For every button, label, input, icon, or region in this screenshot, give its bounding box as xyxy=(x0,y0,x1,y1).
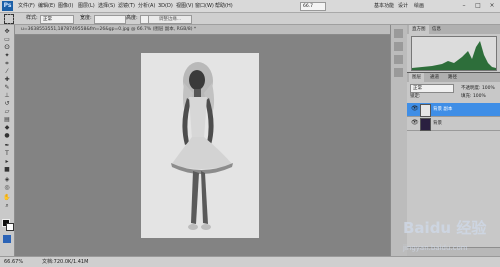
document-tab[interactable]: u=3638553551,1878749558&fm=26&gp=0.jpg @… xyxy=(15,25,390,35)
lock-label: 锁定: xyxy=(410,94,421,99)
eraser-tool-icon[interactable]: ▱ xyxy=(3,109,11,115)
fill-field[interactable]: 填充: 100% xyxy=(461,92,486,101)
close-icon[interactable]: × xyxy=(488,2,496,10)
layers-tabs: 图层 通道 路径 xyxy=(407,73,500,82)
layer-name: 背景 xyxy=(433,121,442,126)
move-tool-icon[interactable]: ✥ xyxy=(3,29,11,35)
menu-3d[interactable]: 3D(D) xyxy=(158,0,173,12)
workspace-painting[interactable]: 绘画 xyxy=(414,0,424,12)
background-color-swatch[interactable] xyxy=(6,223,14,231)
dodge-tool-icon[interactable]: ● xyxy=(3,133,11,139)
menu-window[interactable]: 窗口(W) xyxy=(195,0,214,12)
layer-name: 背景 副本 xyxy=(433,107,453,112)
blur-tool-icon[interactable]: ◆ xyxy=(3,125,11,131)
brushes-panel-icon[interactable] xyxy=(394,55,403,64)
history-brush-icon[interactable]: ↺ xyxy=(3,101,11,107)
layer-row-background[interactable]: 👁 背景 xyxy=(407,117,500,131)
maximize-icon[interactable]: □ xyxy=(474,2,482,10)
woman-figure-image xyxy=(171,62,233,230)
width-field[interactable] xyxy=(94,15,126,24)
marquee-icon[interactable] xyxy=(4,14,14,24)
menu-filter[interactable]: 滤镜(T) xyxy=(118,0,135,12)
baidu-watermark: Baidu 经验 jingyan.baidu.com xyxy=(385,215,497,263)
zoom-tool-icon[interactable]: ⌕ xyxy=(3,203,11,209)
workspace-essentials[interactable]: 基本功能 xyxy=(374,0,394,12)
layer-thumbnail xyxy=(420,104,431,117)
clone-stamp-icon[interactable]: ⊥ xyxy=(3,93,11,99)
tab-paths[interactable]: 路径 xyxy=(445,73,460,82)
marquee-tool-icon[interactable]: ▭ xyxy=(3,37,11,43)
refine-edge-button[interactable]: 调整边缘... xyxy=(148,15,192,24)
quick-mask-icon[interactable] xyxy=(3,235,11,243)
brush-tool-icon[interactable]: ✎ xyxy=(3,85,11,91)
tab-layers[interactable]: 图层 xyxy=(409,73,424,82)
clone-source-panel-icon[interactable] xyxy=(394,68,403,77)
workspace-design[interactable]: 设计 xyxy=(398,0,408,12)
blend-mode-select[interactable]: 正常 xyxy=(410,84,454,93)
menu-view[interactable]: 视图(V) xyxy=(176,0,193,12)
3d-rotate-icon[interactable]: ◈ xyxy=(3,177,11,183)
hand-tool-icon[interactable]: ✋ xyxy=(3,195,11,201)
style-select[interactable]: 正常 xyxy=(40,15,74,24)
toolbox: ✥ ▭ ⵙ ✦ ⌗ ⁄ ✚ ✎ ⊥ ↺ ▱ ▤ ◆ ● ✒ T ▸ ■ ◈ ◎ … xyxy=(0,25,15,256)
eye-icon[interactable]: 👁 xyxy=(411,120,419,126)
document-image[interactable] xyxy=(141,53,259,238)
options-bar: 样式: 正常 宽度: 高度: 调整边缘... xyxy=(0,13,500,25)
histogram-graph xyxy=(411,36,497,71)
history-panel-icon[interactable] xyxy=(394,29,403,38)
photoshop-logo-icon: Ps xyxy=(2,1,13,11)
style-label: 样式: xyxy=(26,15,38,21)
menu-image[interactable]: 图像(I) xyxy=(58,0,73,12)
height-label: 高度: xyxy=(126,15,138,21)
crop-tool-icon[interactable]: ⌗ xyxy=(3,61,11,67)
menu-analysis[interactable]: 分析(A) xyxy=(138,0,155,12)
gradient-tool-icon[interactable]: ▤ xyxy=(3,117,11,123)
minimize-icon[interactable]: – xyxy=(460,2,468,10)
tab-channels[interactable]: 通道 xyxy=(427,73,442,82)
pen-tool-icon[interactable]: ✒ xyxy=(3,143,11,149)
tab-info[interactable]: 信息 xyxy=(429,25,444,34)
menu-bar: Ps 文件(F) 编辑(E) 图像(I) 图层(L) 选择(S) 滤镜(T) 分… xyxy=(0,0,500,13)
actions-panel-icon[interactable] xyxy=(394,42,403,51)
3d-orbit-icon[interactable]: ◎ xyxy=(3,185,11,191)
menu-edit[interactable]: 编辑(E) xyxy=(38,0,55,12)
shape-tool-icon[interactable]: ■ xyxy=(3,167,11,173)
menu-help[interactable]: 帮助(H) xyxy=(215,0,233,12)
width-label: 宽度: xyxy=(80,15,92,21)
watermark-brand: Baidu 经验 xyxy=(403,219,487,237)
type-tool-icon[interactable]: T xyxy=(3,151,11,157)
eyedropper-icon[interactable]: ⁄ xyxy=(3,69,11,75)
menu-file[interactable]: 文件(F) xyxy=(18,0,35,12)
tab-histogram[interactable]: 直方图 xyxy=(409,25,429,34)
zoom-level-field[interactable]: 66.7 xyxy=(300,2,326,11)
histogram-panel: 直方图 信息 xyxy=(407,25,500,72)
path-selection-icon[interactable]: ▸ xyxy=(3,159,11,165)
histogram-tabs: 直方图 信息 xyxy=(407,25,500,34)
histogram-curve xyxy=(412,41,496,70)
document-title: u=3638553551,1878749558&fm=26&gp=0.jpg @… xyxy=(21,27,197,32)
layer-thumbnail xyxy=(420,118,431,131)
eye-icon[interactable]: 👁 xyxy=(411,106,419,112)
watermark-url: jingyan.baidu.com xyxy=(403,244,468,252)
lasso-tool-icon[interactable]: ⵙ xyxy=(3,45,11,51)
layer-row-copy[interactable]: 👁 背景 副本 xyxy=(407,103,500,117)
magic-wand-icon[interactable]: ✦ xyxy=(3,53,11,59)
menu-select[interactable]: 选择(S) xyxy=(98,0,115,12)
healing-brush-icon[interactable]: ✚ xyxy=(3,77,11,83)
menu-layer[interactable]: 图层(L) xyxy=(78,0,95,12)
